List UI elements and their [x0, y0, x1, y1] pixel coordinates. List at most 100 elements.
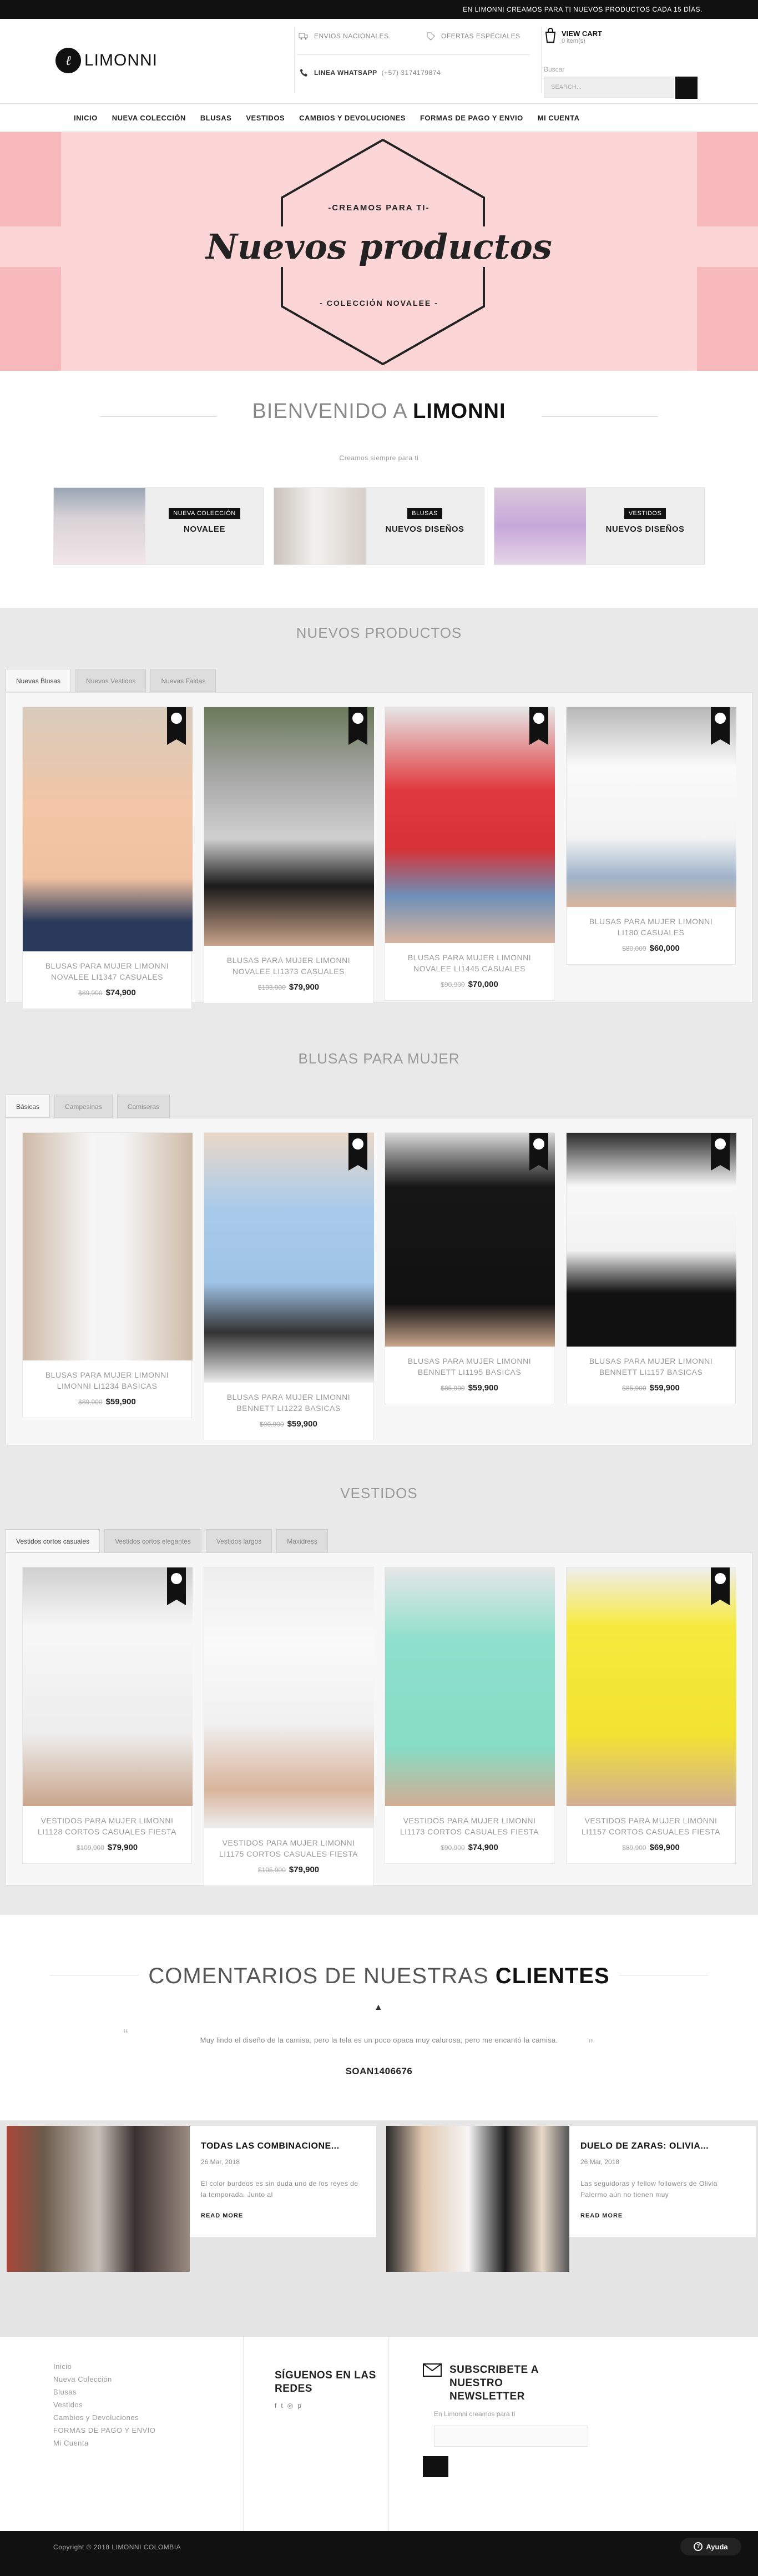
facebook-icon[interactable]: f: [275, 2402, 276, 2409]
footer-link-blusas[interactable]: Blusas: [53, 2386, 155, 2398]
product-image: [23, 1133, 193, 1360]
footer-link-cambios[interactable]: Cambios y Devoluciones: [53, 2411, 155, 2424]
product-card[interactable]: BLUSAS PARA MUJER LIMONNI BENNETT LI1195…: [385, 1132, 555, 1404]
section-title: BLUSAS PARA MUJER: [298, 1050, 460, 1067]
nav-nueva-coleccion[interactable]: NUEVA COLECCIÓN: [105, 104, 193, 132]
product-name[interactable]: VESTIDOS PARA MUJER LIMONNI LI1173 CORTO…: [385, 1806, 554, 1837]
instagram-icon[interactable]: ◎: [287, 2402, 293, 2409]
product-card[interactable]: BLUSAS PARA MUJER LIMONNI BENNETT LI1222…: [204, 1132, 374, 1440]
blog-post[interactable]: TODAS LAS COMBINACIONE... 26 Mar, 2018 E…: [7, 2126, 376, 2272]
testimonial-quote: Muy lindo el diseño de la camisa, pero l…: [200, 2036, 558, 2044]
newsletter-title: SUBSCRIBETE A NUESTRO NEWSLETTER: [449, 2364, 539, 2402]
product-name[interactable]: VESTIDOS PARA MUJER LIMONNI LI1157 CORTO…: [567, 1806, 735, 1837]
product-price: $90,900 $59,900: [204, 1414, 373, 1440]
read-more-link[interactable]: READ MORE: [201, 2212, 365, 2219]
hero-banner[interactable]: -CREAMOS PARA TI- Nuevos productos - COL…: [0, 132, 758, 371]
tab-vestidos-cortos-elegantes[interactable]: Vestidos cortos elegantes: [104, 1529, 201, 1552]
product-card[interactable]: BLUSAS PARA MUJER LIMONNI BENNETT LI1157…: [566, 1132, 736, 1404]
help-button[interactable]: ? Ayuda: [680, 2538, 741, 2555]
social-icons: f t ◎ p: [275, 2402, 301, 2409]
pinterest-icon[interactable]: p: [297, 2402, 301, 2409]
tab-camiseras[interactable]: Camiseras: [117, 1095, 170, 1118]
main-nav: INICIO NUEVA COLECCIÓN BLUSAS VESTIDOS C…: [0, 103, 758, 132]
blog-date: 26 Mar, 2018: [580, 2158, 620, 2166]
whatsapp-number: (+57) 3174179874: [381, 69, 441, 77]
blog-post[interactable]: DUELO DE ZARAS: OLIVIA... 26 Mar, 2018 L…: [386, 2126, 756, 2272]
hero-kicker: -CREAMOS PARA TI-: [328, 203, 430, 213]
product-card[interactable]: BLUSAS PARA MUJER LIMONNI LI180 CASUALES…: [566, 707, 736, 965]
product-card[interactable]: BLUSAS PARA MUJER LIMONNI NOVALEE LI1373…: [204, 707, 374, 1004]
limonni-badge: [167, 1567, 186, 1605]
tab-vestidos-cortos-casuales[interactable]: Vestidos cortos casuales: [6, 1529, 100, 1552]
limonni-badge: [711, 707, 730, 745]
footer-link-nueva-coleccion[interactable]: Nueva Colección: [53, 2373, 155, 2386]
product-name[interactable]: BLUSAS PARA MUJER LIMONNI NOVALEE LI1347…: [23, 951, 191, 982]
testimonials-bold: CLIENTES: [495, 1964, 610, 1988]
blog-title[interactable]: DUELO DE ZARAS: OLIVIA...: [580, 2141, 745, 2151]
category-card-novalee[interactable]: NUEVA COLECCIÓN NOVALEE: [53, 487, 264, 565]
blog-image[interactable]: [386, 2126, 569, 2272]
product-card[interactable]: VESTIDOS PARA MUJER LIMONNI LI1175 CORTO…: [204, 1567, 374, 1886]
product-card[interactable]: BLUSAS PARA MUJER LIMONNI NOVALEE LI1347…: [22, 707, 193, 1009]
envios-info[interactable]: ENVIOS NACIONALES: [297, 30, 389, 42]
welcome-title: BIENVENIDO A LIMONNI: [0, 400, 758, 424]
blog-title[interactable]: TODAS LAS COMBINACIONE...: [201, 2141, 365, 2151]
limonni-badge: [167, 707, 186, 745]
newsletter-email-input[interactable]: [434, 2426, 588, 2447]
site-logo[interactable]: ℓ LIMONNI: [55, 48, 158, 73]
product-price: $89,900 $69,900: [567, 1837, 735, 1863]
footer-link-formas-pago[interactable]: FORMAS DE PAGO Y ENVIO: [53, 2424, 155, 2437]
blog-image[interactable]: [7, 2126, 190, 2272]
nav-cambios[interactable]: CAMBIOS Y DEVOLUCIONES: [292, 104, 413, 132]
nav-vestidos[interactable]: VESTIDOS: [239, 104, 292, 132]
product-name[interactable]: VESTIDOS PARA MUJER LIMONNI LI1128 CORTO…: [23, 1806, 191, 1837]
nav-blusas[interactable]: BLUSAS: [193, 104, 239, 132]
product-card[interactable]: VESTIDOS PARA MUJER LIMONNI LI1128 CORTO…: [22, 1567, 193, 1864]
view-cart-button[interactable]: VIEW CART 0 item(s): [544, 28, 602, 46]
product-name[interactable]: BLUSAS PARA MUJER LIMONNI BENNETT LI1157…: [567, 1347, 735, 1378]
blog-excerpt: El color burdeos es sin duda uno de los …: [201, 2180, 358, 2199]
product-card[interactable]: BLUSAS PARA MUJER LIMONNI LIMONNI LI1234…: [22, 1132, 193, 1418]
tab-campesinas[interactable]: Campesinas: [54, 1095, 113, 1118]
read-more-link[interactable]: READ MORE: [580, 2212, 745, 2219]
newsletter-submit-button[interactable]: [423, 2456, 448, 2477]
help-label: Ayuda: [706, 2542, 728, 2551]
footer-link-inicio[interactable]: Inicio: [53, 2360, 155, 2373]
nav-formas-pago[interactable]: FORMAS DE PAGO Y ENVIO: [413, 104, 530, 132]
product-name[interactable]: BLUSAS PARA MUJER LIMONNI NOVALEE LI1373…: [204, 946, 373, 977]
tab-nuevas-blusas[interactable]: Nuevas Blusas: [6, 669, 72, 692]
product-name[interactable]: BLUSAS PARA MUJER LIMONNI NOVALEE LI1445…: [385, 943, 554, 974]
product-name[interactable]: BLUSAS PARA MUJER LIMONNI BENNETT LI1195…: [385, 1347, 554, 1378]
twitter-icon[interactable]: t: [281, 2402, 282, 2409]
current-price: $79,900: [289, 982, 320, 992]
tabs: Básicas Campesinas Camiseras: [6, 1095, 170, 1118]
product-card[interactable]: VESTIDOS PARA MUJER LIMONNI LI1173 CORTO…: [385, 1567, 555, 1864]
search-input[interactable]: SEARCH...: [544, 77, 674, 98]
old-price: $80,000: [622, 945, 646, 952]
tab-nuevos-vestidos[interactable]: Nuevos Vestidos: [75, 669, 146, 692]
product-card[interactable]: VESTIDOS PARA MUJER LIMONNI LI1157 CORTO…: [566, 1567, 736, 1864]
product-name[interactable]: VESTIDOS PARA MUJER LIMONNI LI1175 CORTO…: [204, 1828, 373, 1859]
category-card-blusas[interactable]: BLUSAS NUEVOS DISEÑOS: [274, 487, 484, 565]
nav-mi-cuenta[interactable]: MI CUENTA: [530, 104, 587, 132]
product-name[interactable]: BLUSAS PARA MUJER LIMONNI LI180 CASUALES: [567, 907, 735, 938]
whatsapp-info[interactable]: LINEA WHATSAPP (+57) 3174179874: [297, 67, 441, 79]
welcome-prefix: BIENVENIDO A: [252, 400, 413, 423]
product-name[interactable]: BLUSAS PARA MUJER LIMONNI BENNETT LI1222…: [204, 1383, 373, 1414]
new-products-section: NUEVOS PRODUCTOS Nuevas Blusas Nuevos Ve…: [0, 608, 758, 1021]
divider: [243, 2337, 244, 2531]
product-name[interactable]: BLUSAS PARA MUJER LIMONNI LIMONNI LI1234…: [23, 1360, 191, 1392]
search-button[interactable]: [675, 77, 698, 99]
tab-vestidos-largos[interactable]: Vestidos largos: [205, 1529, 272, 1552]
tab-basicas[interactable]: Básicas: [6, 1095, 50, 1118]
tab-nuevas-faldas[interactable]: Nuevas Faldas: [150, 669, 216, 692]
category-card-vestidos[interactable]: VESTIDOS NUEVOS DISEÑOS: [494, 487, 705, 565]
divider: [388, 2337, 389, 2531]
footer-link-vestidos[interactable]: Vestidos: [53, 2398, 155, 2411]
tab-maxidress[interactable]: Maxidress: [276, 1529, 328, 1552]
product-card[interactable]: BLUSAS PARA MUJER LIMONNI NOVALEE LI1445…: [385, 707, 555, 1001]
footer-link-mi-cuenta[interactable]: Mi Cuenta: [53, 2437, 155, 2449]
nav-inicio[interactable]: INICIO: [67, 104, 105, 132]
old-price: $89,900: [78, 989, 103, 997]
ofertas-info[interactable]: OFERTAS ESPECIALES: [425, 30, 521, 42]
